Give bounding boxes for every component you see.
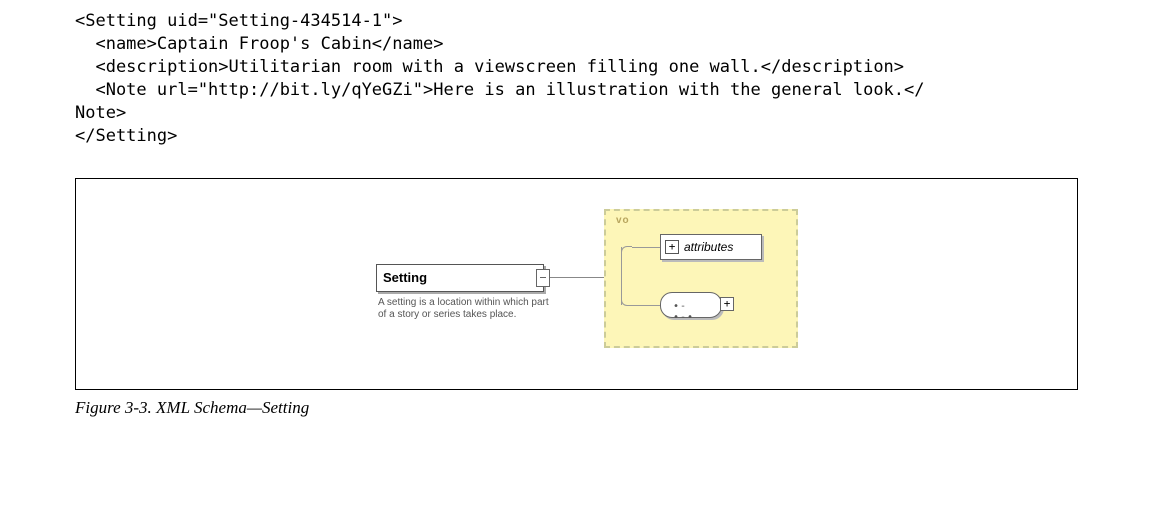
expand-handle-icon xyxy=(536,269,550,287)
sequence-icon: •-•-• xyxy=(673,301,701,309)
attributes-box: + attributes xyxy=(660,234,762,260)
attributes-label: attributes xyxy=(684,240,733,254)
element-setting-box: Setting xyxy=(376,264,544,292)
schema-diagram: Setting A setting is a location within w… xyxy=(75,178,1078,390)
connector-line xyxy=(632,247,660,248)
code-line: <Setting uid="Setting-434514-1"> xyxy=(75,11,403,31)
connector-line xyxy=(549,277,604,278)
group-vo-box xyxy=(604,209,798,348)
element-description: A setting is a location within which par… xyxy=(378,297,558,322)
sequence-box: •-•-• xyxy=(660,292,722,318)
code-line: <Note url="http://bit.ly/qYeGZi">Here is… xyxy=(75,80,925,100)
group-label: vo xyxy=(616,215,630,226)
element-label: Setting xyxy=(383,270,427,285)
connector-line xyxy=(632,305,660,306)
code-line: <description>Utilitarian room with a vie… xyxy=(75,57,904,77)
xml-code-block: <Setting uid="Setting-434514-1"> <name>C… xyxy=(75,10,1153,148)
figure-caption: Figure 3-3. XML Schema—Setting xyxy=(75,398,1153,418)
expand-icon: + xyxy=(720,297,734,311)
code-line: </Setting> xyxy=(75,126,177,146)
code-line: <name>Captain Froop's Cabin</name> xyxy=(75,34,443,54)
connector-branch xyxy=(621,247,622,305)
code-line: Note> xyxy=(75,103,126,123)
expand-icon: + xyxy=(665,240,679,254)
